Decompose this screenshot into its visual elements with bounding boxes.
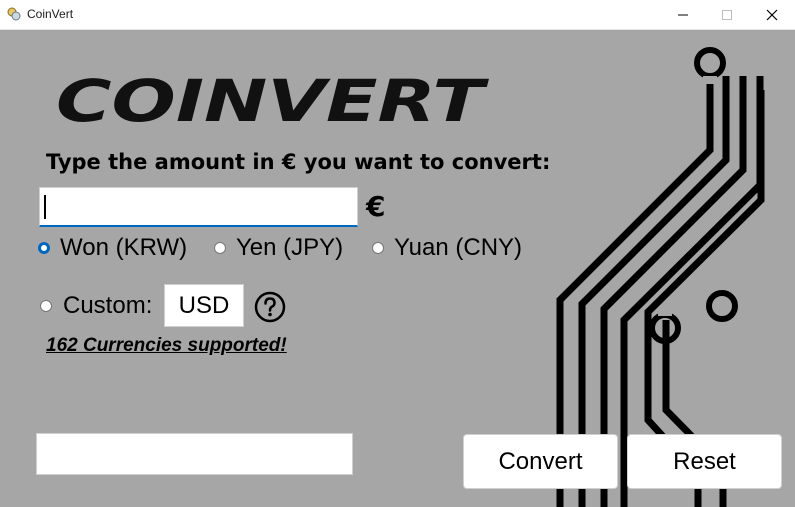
radio-custom[interactable] (40, 300, 52, 312)
option-jpy[interactable]: Yen (JPY) (214, 234, 343, 262)
main-panel: COINVERT Type the amount in € you want t… (0, 30, 795, 507)
custom-currency-input[interactable]: USD (164, 284, 244, 327)
radio-krw[interactable] (38, 242, 50, 254)
text-caret (44, 195, 46, 219)
close-button[interactable] (749, 0, 795, 29)
supported-currencies-link[interactable]: 162 Currencies supported! (46, 335, 287, 357)
option-custom[interactable]: Custom: (40, 292, 152, 320)
option-jpy-label: Yen (JPY) (236, 234, 344, 261)
radio-jpy[interactable] (214, 242, 226, 254)
amount-prompt: Type the amount in € you want to convert… (46, 150, 551, 174)
option-cny[interactable]: Yuan (CNY) (372, 234, 522, 262)
reset-button[interactable]: Reset (627, 434, 782, 489)
maximize-button[interactable] (704, 0, 750, 29)
option-cny-label: Yuan (CNY) (394, 234, 523, 261)
title-bar: CoinVert (0, 0, 795, 30)
result-output (36, 433, 353, 475)
coinvert-logo: COINVERT (56, 75, 490, 127)
convert-button[interactable]: Convert (463, 434, 618, 489)
currency-symbol: € (366, 190, 386, 223)
close-icon (766, 9, 778, 20)
minimize-icon (678, 14, 688, 15)
custom-label: Custom: (63, 292, 153, 319)
window-title: CoinVert (27, 7, 74, 21)
option-krw[interactable]: Won (KRW) (38, 234, 187, 262)
question-circle-icon[interactable] (254, 291, 286, 327)
radio-cny[interactable] (372, 242, 384, 254)
coins-icon (7, 6, 21, 21)
minimize-button[interactable] (660, 0, 706, 29)
maximize-icon (722, 9, 732, 20)
logo-text: COINVERT (56, 75, 490, 127)
amount-input[interactable] (39, 187, 358, 227)
option-krw-label: Won (KRW) (60, 234, 188, 261)
